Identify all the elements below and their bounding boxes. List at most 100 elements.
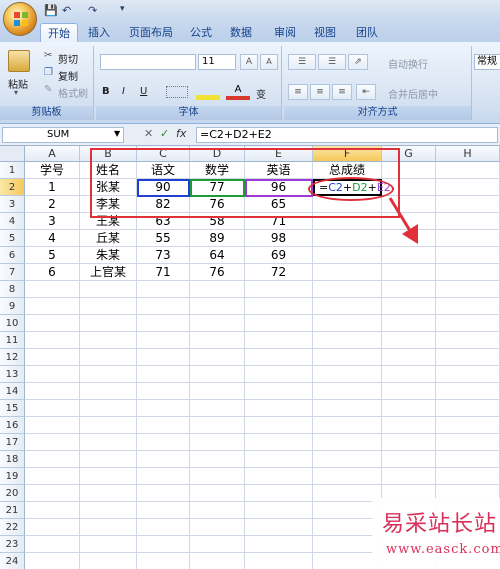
cell-c2[interactable]: 90 xyxy=(137,179,190,196)
tab-review[interactable]: 审阅 xyxy=(270,23,300,42)
cell-d8[interactable] xyxy=(190,281,245,298)
cell-g1[interactable] xyxy=(382,162,436,179)
cell-d23[interactable] xyxy=(190,536,245,553)
indent-button[interactable]: ⇤ xyxy=(356,84,376,100)
cell-c16[interactable] xyxy=(137,417,190,434)
cell-d9[interactable] xyxy=(190,298,245,315)
cell-d22[interactable] xyxy=(190,519,245,536)
cell-a18[interactable] xyxy=(25,451,80,468)
align-right-button[interactable]: ≡ xyxy=(332,84,352,100)
cell-b16[interactable] xyxy=(80,417,137,434)
cell-b12[interactable] xyxy=(80,349,137,366)
row-header-11[interactable]: 11 xyxy=(0,332,25,349)
cell-b3[interactable]: 李某 xyxy=(80,196,137,213)
cell-e4[interactable]: 71 xyxy=(245,213,313,230)
cell-a14[interactable] xyxy=(25,383,80,400)
cell-c1[interactable]: 语文 xyxy=(137,162,190,179)
cell-g6[interactable] xyxy=(382,247,436,264)
cut-button[interactable]: 剪切 xyxy=(58,51,78,66)
tab-formulas[interactable]: 公式 xyxy=(186,23,216,42)
cell-b19[interactable] xyxy=(80,468,137,485)
column-header-g[interactable]: G xyxy=(382,146,436,162)
cell-a15[interactable] xyxy=(25,400,80,417)
cell-d17[interactable] xyxy=(190,434,245,451)
tab-insert[interactable]: 插入 xyxy=(84,23,114,42)
cell-d11[interactable] xyxy=(190,332,245,349)
cell-c24[interactable] xyxy=(137,553,190,569)
cell-a24[interactable] xyxy=(25,553,80,569)
cell-b23[interactable] xyxy=(80,536,137,553)
tab-team[interactable]: 团队 xyxy=(352,23,382,42)
cell-h12[interactable] xyxy=(436,349,500,366)
cell-e19[interactable] xyxy=(245,468,313,485)
row-header-1[interactable]: 1 xyxy=(0,162,25,179)
cell-f14[interactable] xyxy=(313,383,382,400)
cell-e10[interactable] xyxy=(245,315,313,332)
row-header-21[interactable]: 21 xyxy=(0,502,25,519)
cell-a22[interactable] xyxy=(25,519,80,536)
row-header-19[interactable]: 19 xyxy=(0,468,25,485)
cell-g3[interactable] xyxy=(382,196,436,213)
wrap-text-button[interactable]: 自动换行 xyxy=(388,56,428,71)
cell-a13[interactable] xyxy=(25,366,80,383)
tab-home[interactable]: 开始 xyxy=(40,23,78,42)
cell-b14[interactable] xyxy=(80,383,137,400)
italic-button[interactable]: I xyxy=(122,86,125,97)
cell-e21[interactable] xyxy=(245,502,313,519)
cell-d21[interactable] xyxy=(190,502,245,519)
cell-b15[interactable] xyxy=(80,400,137,417)
cell-b8[interactable] xyxy=(80,281,137,298)
cell-d20[interactable] xyxy=(190,485,245,502)
cell-g8[interactable] xyxy=(382,281,436,298)
cell-g7[interactable] xyxy=(382,264,436,281)
name-box-dropdown-icon[interactable]: ▼ xyxy=(114,129,120,138)
orientation-button[interactable]: ⇗ xyxy=(348,54,368,70)
tab-data[interactable]: 数据 xyxy=(226,23,256,42)
cell-g16[interactable] xyxy=(382,417,436,434)
cell-f8[interactable] xyxy=(313,281,382,298)
cell-d2[interactable]: 77 xyxy=(190,179,245,196)
cell-e22[interactable] xyxy=(245,519,313,536)
cell-e1[interactable]: 英语 xyxy=(245,162,313,179)
cell-b4[interactable]: 王某 xyxy=(80,213,137,230)
cell-h17[interactable] xyxy=(436,434,500,451)
cell-d3[interactable]: 76 xyxy=(190,196,245,213)
cell-a8[interactable] xyxy=(25,281,80,298)
cell-a5[interactable]: 4 xyxy=(25,230,80,247)
cell-f10[interactable] xyxy=(313,315,382,332)
cell-f5[interactable] xyxy=(313,230,382,247)
cell-c11[interactable] xyxy=(137,332,190,349)
cell-a20[interactable] xyxy=(25,485,80,502)
cell-h8[interactable] xyxy=(436,281,500,298)
cell-e14[interactable] xyxy=(245,383,313,400)
cell-c15[interactable] xyxy=(137,400,190,417)
column-header-h[interactable]: H xyxy=(436,146,500,162)
cell-c21[interactable] xyxy=(137,502,190,519)
cell-f17[interactable] xyxy=(313,434,382,451)
cell-h6[interactable] xyxy=(436,247,500,264)
cell-d24[interactable] xyxy=(190,553,245,569)
column-header-f[interactable]: F xyxy=(313,146,382,162)
cell-c14[interactable] xyxy=(137,383,190,400)
cell-a10[interactable] xyxy=(25,315,80,332)
cell-a1[interactable]: 学号 xyxy=(25,162,80,179)
row-header-20[interactable]: 20 xyxy=(0,485,25,502)
tab-page-layout[interactable]: 页面布局 xyxy=(122,23,180,42)
cancel-icon[interactable]: ✕ xyxy=(144,127,153,140)
cell-b7[interactable]: 上官某 xyxy=(80,264,137,281)
cell-c17[interactable] xyxy=(137,434,190,451)
cell-a9[interactable] xyxy=(25,298,80,315)
row-header-12[interactable]: 12 xyxy=(0,349,25,366)
cell-e16[interactable] xyxy=(245,417,313,434)
cell-e9[interactable] xyxy=(245,298,313,315)
bold-button[interactable]: B xyxy=(102,86,110,97)
cell-b2[interactable]: 张某 xyxy=(80,179,137,196)
cell-f6[interactable] xyxy=(313,247,382,264)
cell-e3[interactable]: 65 xyxy=(245,196,313,213)
cell-c23[interactable] xyxy=(137,536,190,553)
cell-g12[interactable] xyxy=(382,349,436,366)
cell-d4[interactable]: 58 xyxy=(190,213,245,230)
row-header-2[interactable]: 2 xyxy=(0,179,25,196)
cell-h7[interactable] xyxy=(436,264,500,281)
cell-d13[interactable] xyxy=(190,366,245,383)
